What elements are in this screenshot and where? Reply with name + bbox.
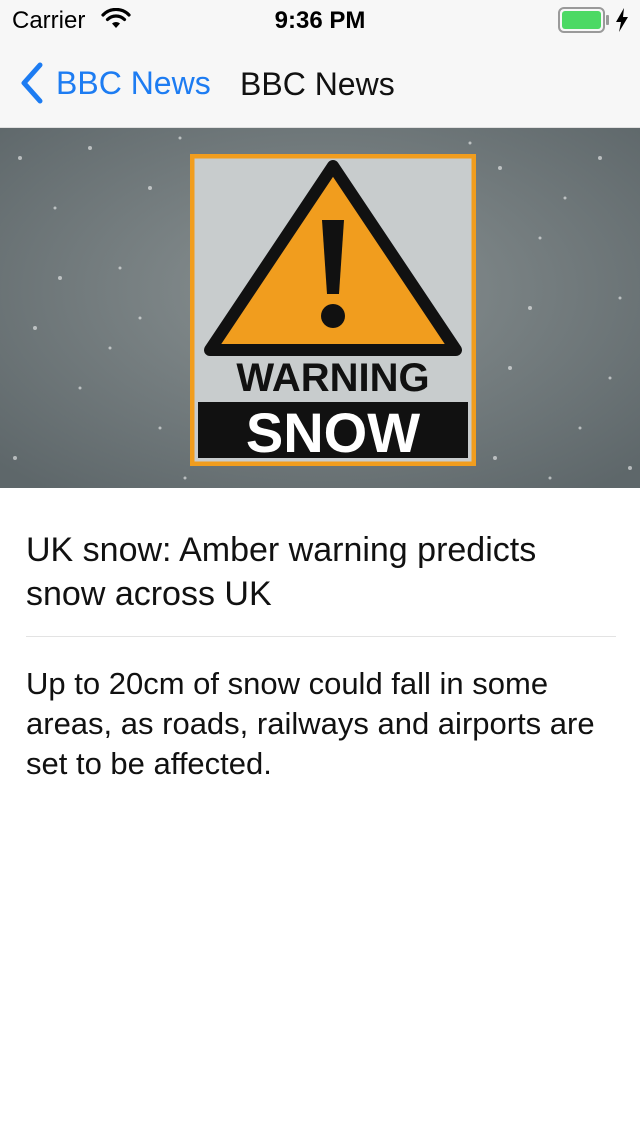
back-button[interactable]: BBC News (18, 60, 211, 106)
chevron-left-icon (21, 62, 43, 104)
charging-bolt-icon (616, 8, 628, 32)
navigation-bar: BBC News BBC News (0, 40, 640, 128)
sign-warning-text: WARNING (236, 356, 430, 400)
top-bar: Carrier 9:36 PM BBC News BBC News (0, 0, 640, 128)
nav-title: BBC News (240, 66, 395, 102)
sign-snow-text: SNOW (245, 401, 421, 464)
battery-icon (558, 7, 609, 33)
article-image: WARNING SNOW (0, 128, 640, 488)
article-headline: UK snow: Amber warning predicts snow acr… (26, 531, 537, 613)
back-button-label: BBC News (56, 64, 211, 101)
warning-sign: WARNING SNOW (190, 154, 476, 466)
status-bar: Carrier 9:36 PM (0, 0, 640, 40)
divider (26, 636, 616, 637)
clock: 9:36 PM (274, 7, 366, 34)
screen: Carrier 9:36 PM BBC News BBC News WARNIN… (0, 0, 640, 1136)
article-summary: Up to 20cm of snow could fall in some ar… (26, 666, 595, 781)
